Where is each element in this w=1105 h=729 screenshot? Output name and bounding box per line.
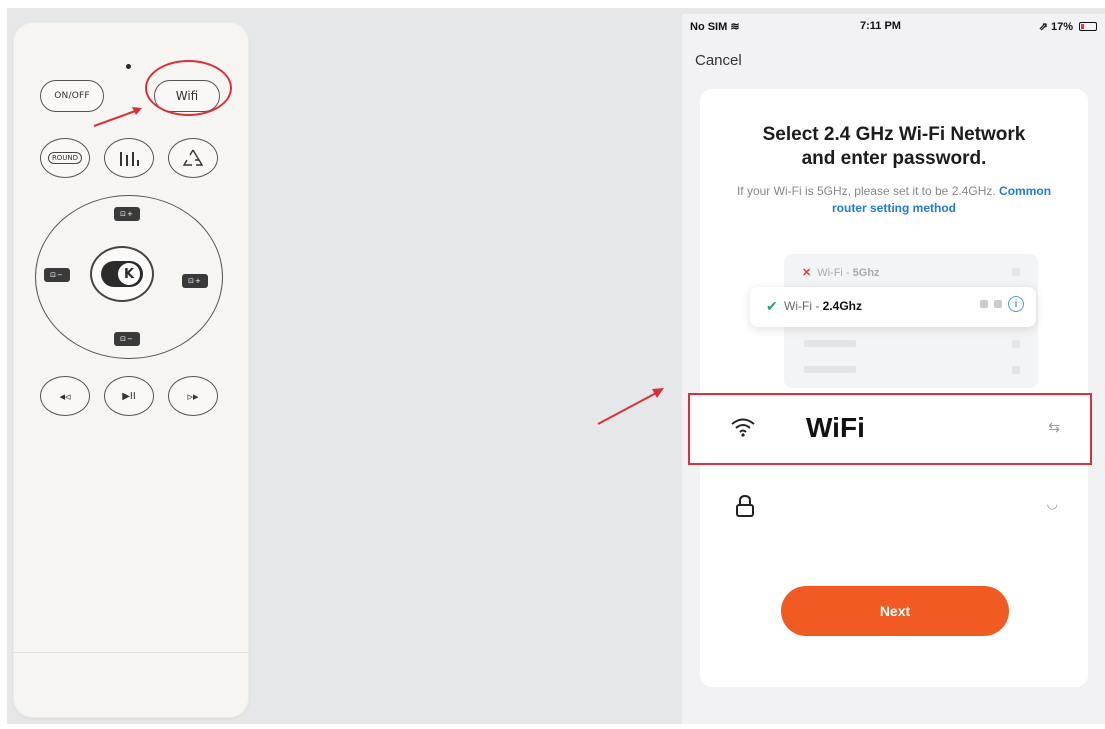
dpad-up-button[interactable]: ⊡+ xyxy=(114,207,140,221)
recycle-button[interactable] xyxy=(168,138,218,178)
next-button[interactable]: Next xyxy=(781,586,1009,636)
checkmark-icon: ✔ xyxy=(766,298,778,314)
arrow-to-wifi-field-icon xyxy=(597,388,664,425)
error-x-icon: ✕ xyxy=(802,267,812,279)
previous-icon: ◂◃ xyxy=(59,389,71,403)
wifi-icon xyxy=(730,417,756,442)
switch-network-icon[interactable]: ⇆ xyxy=(1048,419,1060,436)
illustration-5ghz-row: ✕ Wi-Fi - 5Ghz xyxy=(802,266,880,279)
good-network-band: 2.4Ghz xyxy=(822,299,863,313)
recycle-icon xyxy=(182,149,204,166)
good-network-prefix: Wi-Fi - xyxy=(784,299,823,313)
battery-percent: ⇗ 17% xyxy=(1038,21,1073,33)
indicator-led xyxy=(126,64,131,69)
hidden-eye-icon[interactable]: ◡ xyxy=(1047,496,1058,512)
subtitle-text: If your Wi-Fi is 5GHz, please set it to … xyxy=(736,184,996,198)
wifi-name-field[interactable]: WiFi ⇆ xyxy=(688,393,1092,465)
battery-icon xyxy=(1079,22,1097,31)
lock-icon xyxy=(734,494,756,523)
carrier-label: No SIM ≋ xyxy=(690,20,740,33)
bad-network-band: 5Ghz xyxy=(852,267,880,279)
center-k-button[interactable]: K xyxy=(90,246,154,302)
k-label: K xyxy=(118,263,140,285)
subtitle: If your Wi-Fi is 5GHz, please set it to … xyxy=(730,183,1058,217)
placeholder-square xyxy=(1012,340,1020,348)
info-icon: i xyxy=(1008,296,1024,312)
title-line-1: Select 2.4 GHz Wi-Fi Network xyxy=(762,124,1026,145)
remote-seam xyxy=(13,652,249,653)
placeholder-square xyxy=(1012,366,1020,374)
placeholder-line xyxy=(804,340,856,347)
equalizer-button[interactable] xyxy=(104,138,154,178)
password-field[interactable]: ◡ xyxy=(700,478,1088,538)
illustration-2-4ghz-row: ✔ Wi-Fi - 2.4Ghz i xyxy=(750,287,1036,327)
wifi-highlight-circle xyxy=(145,60,232,116)
battery-text: 17% xyxy=(1050,21,1073,33)
toggle-icon: K xyxy=(101,261,143,287)
on-off-label: ON/OFF xyxy=(54,91,90,101)
equalizer-icon xyxy=(120,152,139,166)
dpad-down-button[interactable]: ⊡− xyxy=(114,332,140,346)
dpad-left-button[interactable]: ⊡− xyxy=(44,268,70,282)
good-network-label: Wi-Fi - 2.4Ghz xyxy=(784,299,862,313)
previous-button[interactable]: ◂◃ xyxy=(40,376,90,416)
play-pause-icon: ▶II xyxy=(122,390,136,402)
signal-small-icon xyxy=(994,300,1002,308)
arrow-to-wifi-icon xyxy=(93,107,142,127)
bad-network-prefix: Wi-Fi - xyxy=(817,267,853,279)
page-title: Select 2.4 GHz Wi-Fi Network and enter p… xyxy=(700,123,1088,171)
next-track-button[interactable]: ▹▸ xyxy=(168,376,218,416)
title-line-2: and enter password. xyxy=(801,148,987,169)
placeholder-square xyxy=(1012,268,1020,276)
placeholder-line xyxy=(804,366,856,373)
dpad-right-button[interactable]: ⊡+ xyxy=(182,274,208,288)
clock: 7:11 PM xyxy=(860,20,901,32)
next-track-icon: ▹▸ xyxy=(187,389,199,403)
cancel-button[interactable]: Cancel xyxy=(695,52,742,69)
play-pause-button[interactable]: ▶II xyxy=(104,376,154,416)
lock-small-icon xyxy=(980,300,988,308)
network-icons: i xyxy=(980,296,1024,312)
mode-button[interactable]: ROUND xyxy=(40,138,90,178)
carrier-text: No SIM xyxy=(690,21,728,33)
mode-label: ROUND xyxy=(47,152,83,164)
wifi-status-icon: ≋ xyxy=(730,21,740,33)
status-bar: No SIM ≋ 7:11 PM ⇗ 17% xyxy=(690,20,1097,36)
wifi-field-value: WiFi xyxy=(806,412,865,443)
